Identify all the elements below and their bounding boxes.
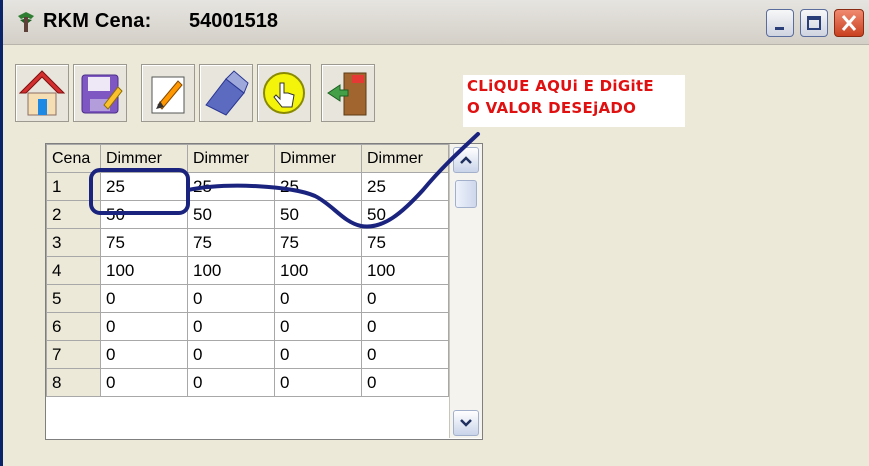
dimmer-cell[interactable]: 100 xyxy=(361,256,449,285)
dimmer-cell[interactable]: 0 xyxy=(187,312,275,341)
dimmer-cell[interactable]: 0 xyxy=(361,284,449,313)
exit-button[interactable] xyxy=(321,64,375,122)
header-row: Cena Dimmer Dimmer Dimmer Dimmer xyxy=(46,144,449,173)
dimmer-cell[interactable]: 75 xyxy=(274,228,362,257)
dimmer-cell[interactable]: 75 xyxy=(361,228,449,257)
dimmer-cell[interactable]: 0 xyxy=(361,312,449,341)
callout-line-1: CLiQUE AQUi E DiGitE xyxy=(467,77,654,95)
header-dimmer-3: Dimmer xyxy=(274,144,362,173)
table-row: 1 25 25 25 25 xyxy=(46,172,449,201)
row-number: 4 xyxy=(46,256,101,285)
dimmer-cell[interactable]: 50 xyxy=(361,200,449,229)
home-icon xyxy=(18,70,66,116)
minimize-button[interactable] xyxy=(766,9,794,37)
instruction-callout: CLiQUE AQUi E DiGitE O VALOR DESEjADO xyxy=(463,75,685,127)
dimmer-cell[interactable]: 0 xyxy=(187,368,275,397)
window-title: RKM Cena: xyxy=(43,10,152,32)
dimmer-cell[interactable]: 25 xyxy=(100,172,188,201)
scene-table: Cena Dimmer Dimmer Dimmer Dimmer 1 25 25… xyxy=(46,144,449,397)
header-cena: Cena xyxy=(46,144,101,173)
dimmer-cell[interactable]: 0 xyxy=(274,340,362,369)
save-icon xyxy=(81,74,123,114)
table-row: 4 100 100 100 100 xyxy=(46,256,449,285)
dimmer-cell[interactable]: 0 xyxy=(187,340,275,369)
clear-button[interactable] xyxy=(199,64,253,122)
dimmer-cell[interactable]: 0 xyxy=(274,312,362,341)
row-number: 8 xyxy=(46,368,101,397)
chevron-down-icon xyxy=(460,419,472,427)
scene-grid: Cena Dimmer Dimmer Dimmer Dimmer 1 25 25… xyxy=(45,143,483,440)
dimmer-cell[interactable]: 75 xyxy=(187,228,275,257)
table-row: 5 0 0 0 0 xyxy=(46,284,449,313)
dimmer-cell[interactable]: 0 xyxy=(361,368,449,397)
exit-icon xyxy=(327,72,367,116)
dimmer-cell[interactable]: 0 xyxy=(274,368,362,397)
toolbar xyxy=(9,64,399,130)
edit-button[interactable] xyxy=(141,64,195,122)
scroll-down-button[interactable] xyxy=(453,410,479,436)
dimmer-cell[interactable]: 100 xyxy=(187,256,275,285)
maximize-icon xyxy=(807,16,821,30)
dimmer-cell[interactable]: 0 xyxy=(187,284,275,313)
table-row: 2 50 50 50 50 xyxy=(46,200,449,229)
dimmer-cell[interactable]: 50 xyxy=(100,200,188,229)
dimmer-cell[interactable]: 50 xyxy=(187,200,275,229)
dimmer-cell[interactable]: 0 xyxy=(100,312,188,341)
app-icon xyxy=(18,12,34,32)
dimmer-cell[interactable]: 0 xyxy=(274,284,362,313)
app-window: RKM Cena: 54001518 CLiQUE AQUi E DiGitE … xyxy=(0,0,869,466)
table-row: 7 0 0 0 0 xyxy=(46,340,449,369)
dimmer-cell[interactable]: 25 xyxy=(361,172,449,201)
dimmer-cell[interactable]: 100 xyxy=(274,256,362,285)
close-icon xyxy=(841,15,857,31)
close-button[interactable] xyxy=(834,9,864,37)
table-row: 3 75 75 75 75 xyxy=(46,228,449,257)
dimmer-cell[interactable]: 25 xyxy=(187,172,275,201)
row-number: 1 xyxy=(46,172,101,201)
dimmer-cell[interactable]: 50 xyxy=(274,200,362,229)
row-number: 2 xyxy=(46,200,101,229)
chevron-up-icon xyxy=(460,156,472,164)
callout-line-2: O VALOR DESEjADO xyxy=(467,99,637,117)
dimmer-cell[interactable]: 0 xyxy=(100,284,188,313)
home-button[interactable] xyxy=(15,64,69,122)
dimmer-cell[interactable]: 0 xyxy=(100,368,188,397)
row-number: 7 xyxy=(46,340,101,369)
scroll-up-button[interactable] xyxy=(453,147,479,173)
dimmer-cell[interactable]: 0 xyxy=(361,340,449,369)
row-number: 6 xyxy=(46,312,101,341)
dimmer-cell[interactable]: 25 xyxy=(274,172,362,201)
clear-icon xyxy=(205,70,249,116)
dimmer-cell[interactable]: 75 xyxy=(100,228,188,257)
minimize-icon xyxy=(775,27,784,30)
header-dimmer-4: Dimmer xyxy=(361,144,449,173)
maximize-button[interactable] xyxy=(800,9,828,37)
scroll-thumb[interactable] xyxy=(455,180,477,208)
table-row: 8 0 0 0 0 xyxy=(46,368,449,397)
header-dimmer-1: Dimmer xyxy=(100,144,188,173)
vertical-scrollbar[interactable] xyxy=(449,144,482,438)
click-button[interactable] xyxy=(257,64,311,122)
window-title-value: 54001518 xyxy=(189,10,278,32)
dimmer-cell[interactable]: 100 xyxy=(100,256,188,285)
row-number: 5 xyxy=(46,284,101,313)
row-number: 3 xyxy=(46,228,101,257)
title-bar[interactable]: RKM Cena: 54001518 xyxy=(3,0,869,45)
table-row: 6 0 0 0 0 xyxy=(46,312,449,341)
dimmer-cell[interactable]: 0 xyxy=(100,340,188,369)
header-dimmer-2: Dimmer xyxy=(187,144,275,173)
click-icon xyxy=(263,72,305,114)
edit-icon xyxy=(151,76,185,114)
save-button[interactable] xyxy=(73,64,127,122)
